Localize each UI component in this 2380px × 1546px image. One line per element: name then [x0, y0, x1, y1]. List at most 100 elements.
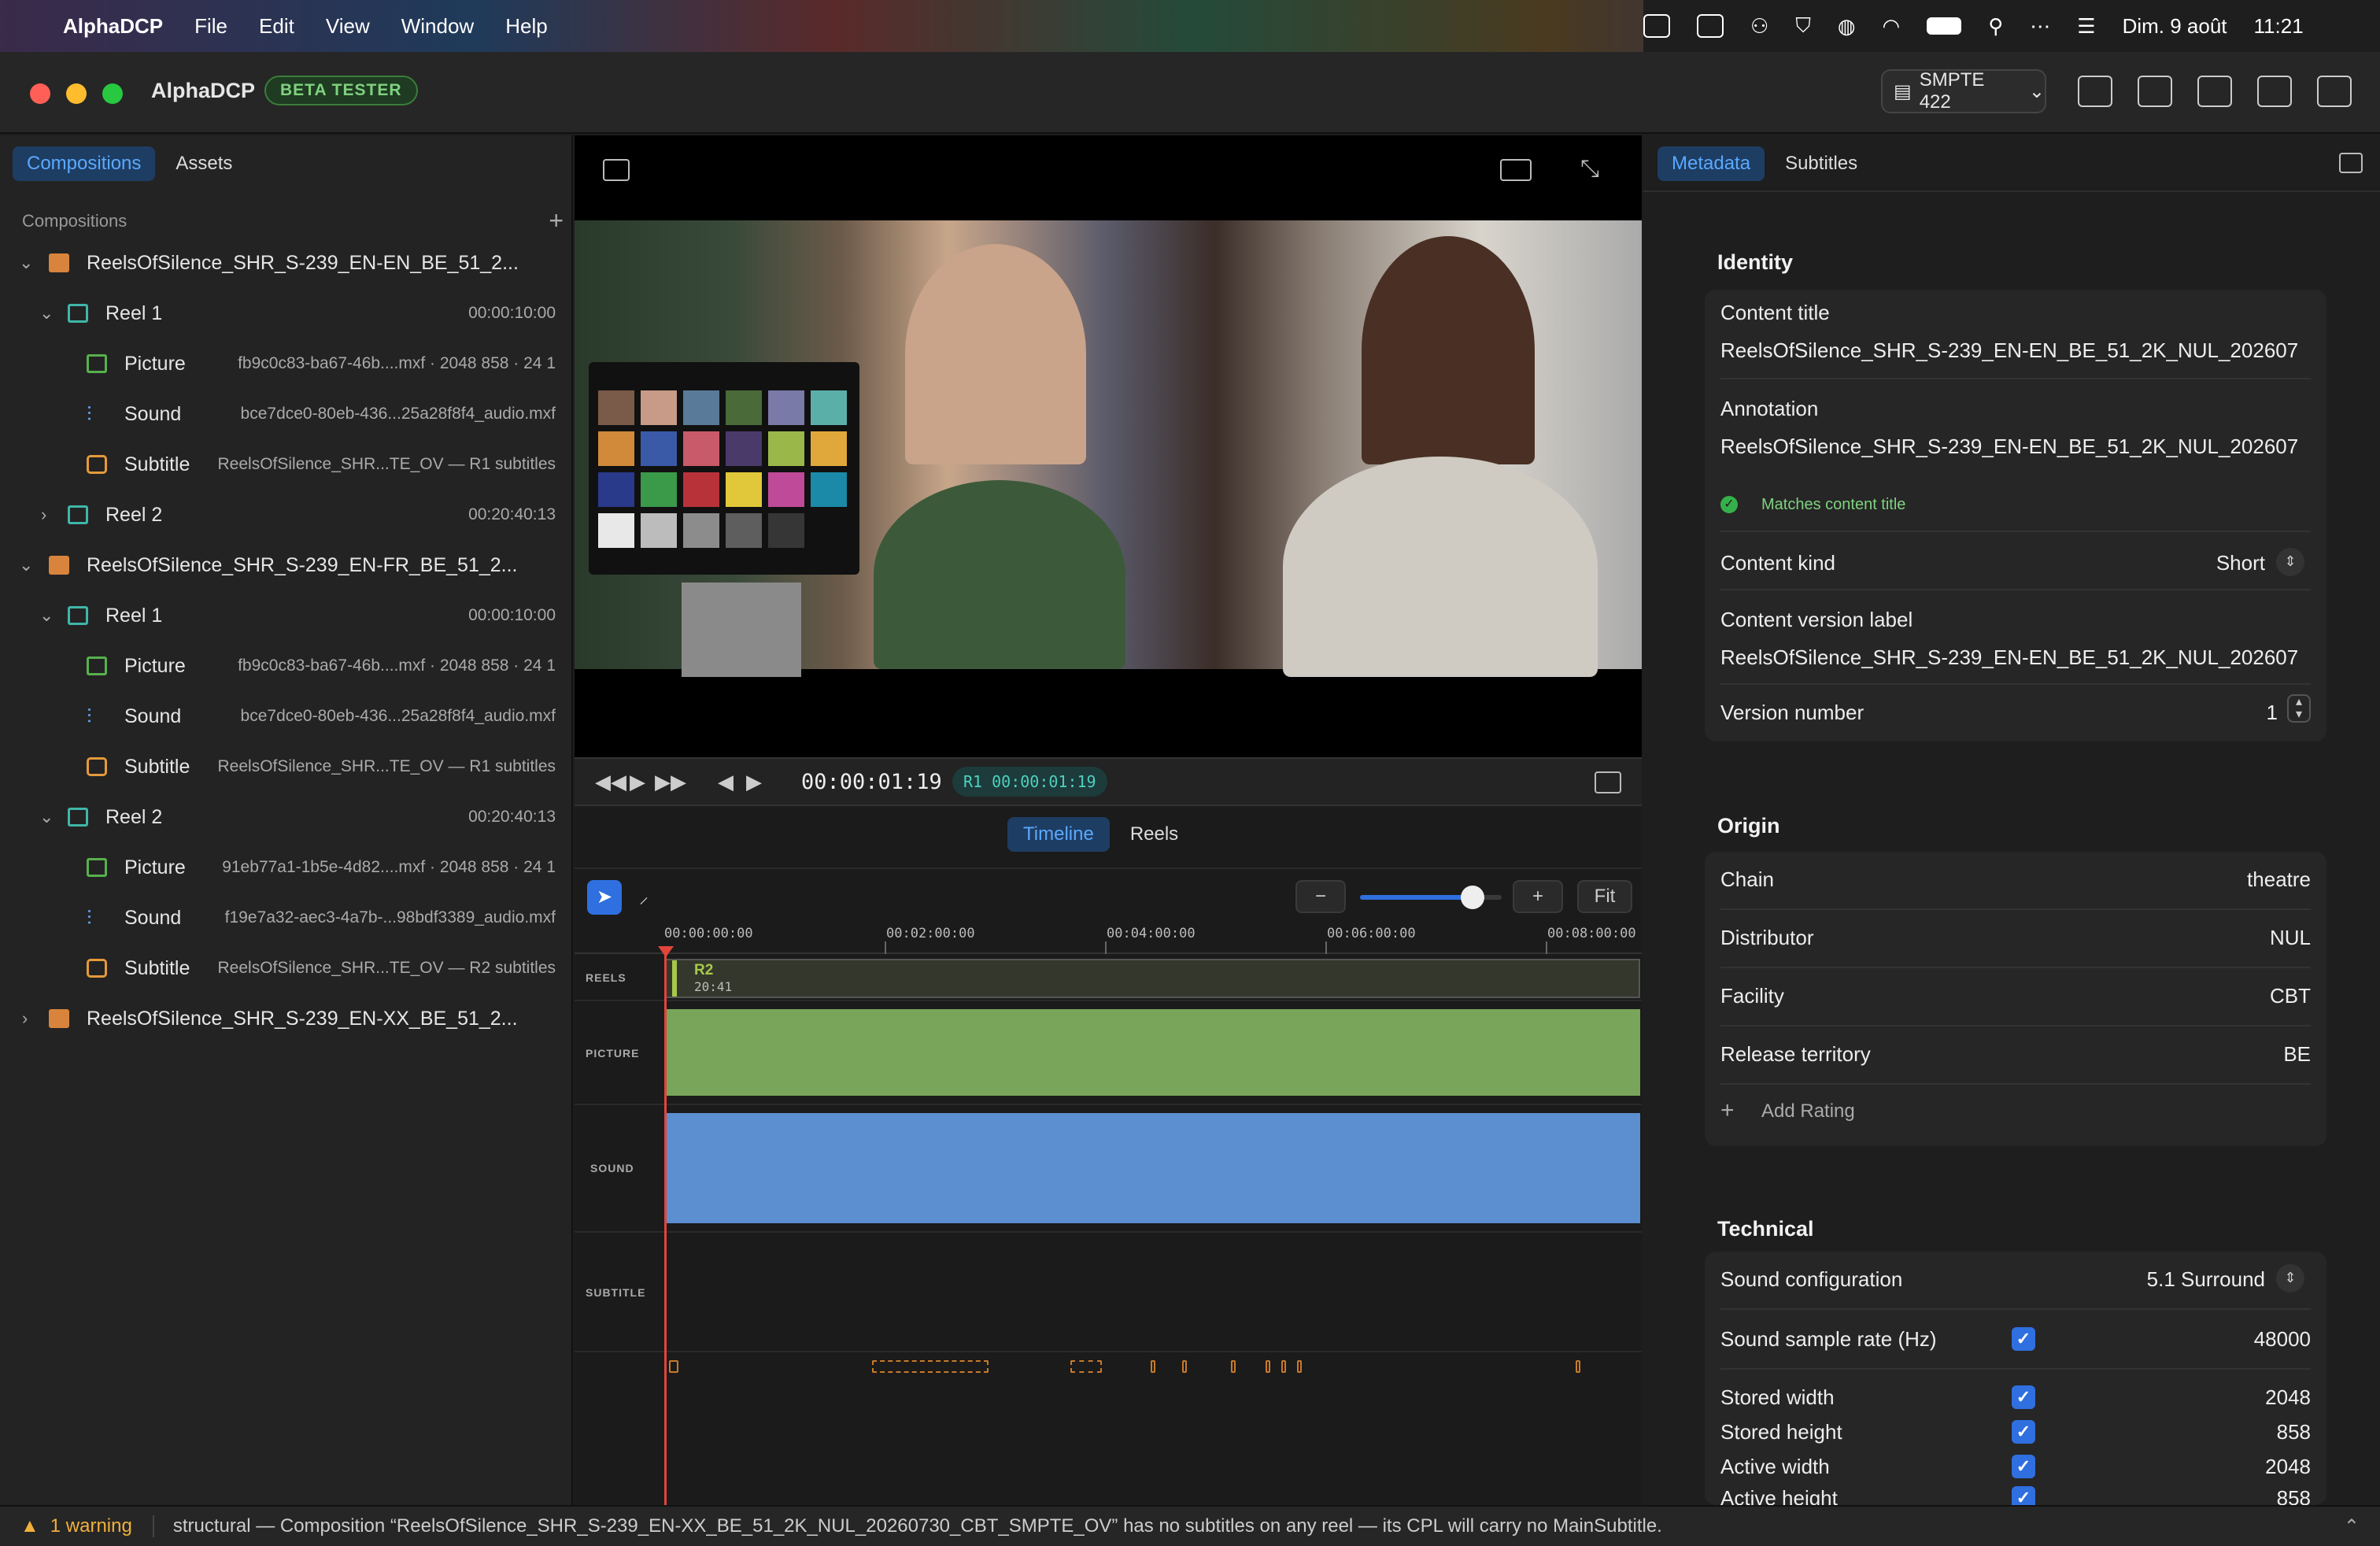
version-label-input[interactable]: ReelsOfSilence_SHR_S-239_EN-EN_BE_51_2K_… [1720, 645, 2311, 670]
subtitle-marker[interactable] [1297, 1360, 1302, 1373]
menu-edit[interactable]: Edit [259, 14, 294, 39]
reel-row[interactable]: ⌄ Reel 1 00:00:10:00 [0, 288, 573, 338]
active-width-input[interactable]: 2048 [2265, 1455, 2311, 1479]
more-icon[interactable]: ⋯ [2030, 14, 2050, 39]
stored-height-input[interactable]: 858 [2277, 1420, 2311, 1444]
globe-icon[interactable]: ◍ [1838, 14, 1856, 39]
asset-row[interactable]: Picture fb9c0c83-ba67-46b....mxf · 2048 … [0, 338, 573, 389]
version-stepper[interactable]: ▴ ▾ [2287, 694, 2311, 723]
blade-tool-icon[interactable]: ⸝ [626, 880, 661, 915]
version-number-input[interactable]: 1 [2267, 701, 2278, 725]
composition-row[interactable]: ⌄ ReelsOfSilence_SHR_S-239_EN-FR_BE_51_2… [0, 540, 573, 590]
status-bars-icon[interactable] [1697, 14, 1724, 38]
chevron-down-icon[interactable]: ⌄ [19, 253, 33, 273]
chevron-down-icon[interactable]: ⌄ [39, 807, 54, 827]
subtitle-marker[interactable] [872, 1360, 989, 1373]
step-back-icon[interactable]: ◀ [718, 770, 734, 794]
stored-width-checkbox[interactable]: ✓ [2012, 1385, 2035, 1409]
asset-row[interactable]: ⫶ Sound bce7dce0-80eb-436...25a28f8f4_au… [0, 389, 573, 439]
asset-row[interactable]: ⫶ Sound f19e7a32-aec3-4a7b-...98bdf3389_… [0, 893, 573, 943]
package-icon[interactable] [2317, 76, 2352, 107]
zoom-out-icon[interactable]: − [1295, 880, 1346, 913]
external-display-icon[interactable] [1500, 159, 1532, 181]
subtitle-marker[interactable] [1266, 1360, 1270, 1373]
shield-icon[interactable]: ⛉ [1795, 13, 1811, 39]
reel-clip[interactable]: R2 20:41 [664, 959, 1640, 998]
asset-row[interactable]: Picture 91eb77a1-1b5e-4d82....mxf · 2048… [0, 842, 573, 893]
playhead[interactable] [664, 954, 667, 1505]
play-icon[interactable]: ▶ [630, 770, 645, 794]
fit-button[interactable]: Fit [1577, 880, 1632, 913]
zoom-slider-thumb[interactable] [1461, 886, 1484, 909]
zoom-slider-track[interactable] [1360, 886, 1502, 909]
annotation-input[interactable]: ReelsOfSilence_SHR_S-239_EN-EN_BE_51_2K_… [1720, 435, 2311, 459]
play-preview-icon[interactable] [2078, 76, 2112, 107]
layers-icon[interactable] [2138, 76, 2172, 107]
control-center-icon[interactable]: ☰ [2077, 14, 2095, 39]
video-viewer[interactable]: ⤡ [575, 135, 1642, 757]
stored-width-input[interactable]: 2048 [2265, 1385, 2311, 1410]
clock-time[interactable]: 11:21 [2254, 14, 2304, 39]
sample-rate-input[interactable]: 48000 [2254, 1327, 2311, 1352]
picture-clip[interactable] [664, 1009, 1640, 1096]
tab-assets[interactable]: Assets [161, 146, 246, 181]
list-icon[interactable] [2257, 76, 2292, 107]
chain-input[interactable]: theatre [2247, 867, 2311, 892]
subtitle-marker[interactable] [1281, 1360, 1286, 1373]
active-width-checkbox[interactable]: ✓ [2012, 1455, 2035, 1478]
standard-dropdown[interactable]: ▤ SMPTE 422 ⌄ [1881, 69, 2046, 113]
asset-row[interactable]: Subtitle ReelsOfSilence_SHR...TE_OV — R1… [0, 439, 573, 490]
tab-timeline[interactable]: Timeline [1007, 817, 1110, 852]
menu-window[interactable]: Window [401, 14, 474, 39]
asset-row[interactable]: Subtitle ReelsOfSilence_SHR...TE_OV — R2… [0, 943, 573, 993]
chevron-down-icon[interactable]: ⌄ [39, 303, 54, 324]
zoom-in-icon[interactable]: + [1513, 880, 1563, 913]
time-ruler[interactable]: 00:00:00:00 00:02:00:00 00:04:00:00 00:0… [575, 918, 1642, 954]
subtitle-marker[interactable] [1070, 1360, 1102, 1373]
composition-row[interactable]: ⌄ ReelsOfSilence_SHR_S-239_EN-EN_BE_51_2… [0, 238, 573, 288]
chevron-right-icon[interactable]: › [41, 505, 46, 525]
panel-toggle-icon[interactable] [2339, 153, 2363, 173]
subtitle-marker[interactable] [1231, 1360, 1236, 1373]
select-chevron-icon[interactable]: ⇕ [2276, 1264, 2304, 1293]
fast-forward-icon[interactable]: ▶▶ [655, 770, 686, 794]
download-icon[interactable] [2197, 76, 2232, 107]
subtitle-marker[interactable] [669, 1360, 678, 1373]
distributor-input[interactable]: NUL [2270, 926, 2311, 950]
stored-height-checkbox[interactable]: ✓ [2012, 1420, 2035, 1444]
monitor-icon[interactable] [1595, 771, 1621, 793]
composition-row[interactable]: › ReelsOfSilence_SHR_S-239_EN-XX_BE_51_2… [0, 993, 573, 1044]
tab-metadata[interactable]: Metadata [1658, 146, 1765, 181]
subtitle-marker[interactable] [1151, 1360, 1155, 1373]
step-forward-icon[interactable]: ▶ [746, 770, 762, 794]
menu-app-name[interactable]: AlphaDCP [63, 14, 163, 39]
tab-subtitles[interactable]: Subtitles [1771, 146, 1872, 181]
sample-rate-checkbox[interactable]: ✓ [2012, 1327, 2035, 1351]
subtitle-marker[interactable] [1182, 1360, 1187, 1373]
asset-row[interactable]: Subtitle ReelsOfSilence_SHR...TE_OV — R1… [0, 742, 573, 792]
content-kind-select[interactable]: Short [2216, 551, 2265, 575]
chevron-right-icon[interactable]: › [22, 1008, 28, 1029]
timecode[interactable]: 00:00:01:19 [801, 770, 942, 794]
zoom-window-button[interactable] [102, 83, 123, 104]
wifi-icon[interactable]: ◠ [1883, 14, 1901, 39]
clock-date[interactable]: Dim. 9 août [2123, 14, 2227, 39]
rewind-icon[interactable]: ◀◀ [595, 770, 626, 794]
search-icon[interactable]: ⚲ [1988, 14, 2003, 39]
tab-reels[interactable]: Reels [1114, 817, 1194, 852]
reel-row[interactable]: ⌄ Reel 1 00:00:10:00 [0, 590, 573, 641]
chevron-up-icon[interactable]: ⌃ [2344, 1515, 2360, 1538]
battery-icon[interactable] [1927, 17, 1962, 35]
facility-input[interactable]: CBT [2270, 984, 2311, 1008]
reel-row[interactable]: ⌄ Reel 2 00:20:40:13 [0, 792, 573, 842]
asset-row[interactable]: ⫶ Sound bce7dce0-80eb-436...25a28f8f4_au… [0, 691, 573, 742]
pointer-tool-icon[interactable]: ➤ [587, 880, 622, 915]
sound-config-select[interactable]: 5.1 Surround [2147, 1267, 2265, 1292]
tab-compositions[interactable]: Compositions [13, 146, 156, 181]
menu-file[interactable]: File [194, 14, 227, 39]
close-window-button[interactable] [30, 83, 50, 104]
subtitle-marker[interactable] [1576, 1360, 1580, 1373]
territory-input[interactable]: BE [2283, 1042, 2311, 1067]
status-link-icon[interactable]: ⚇ [1750, 14, 1768, 39]
select-chevron-icon[interactable]: ⇕ [2276, 548, 2304, 576]
